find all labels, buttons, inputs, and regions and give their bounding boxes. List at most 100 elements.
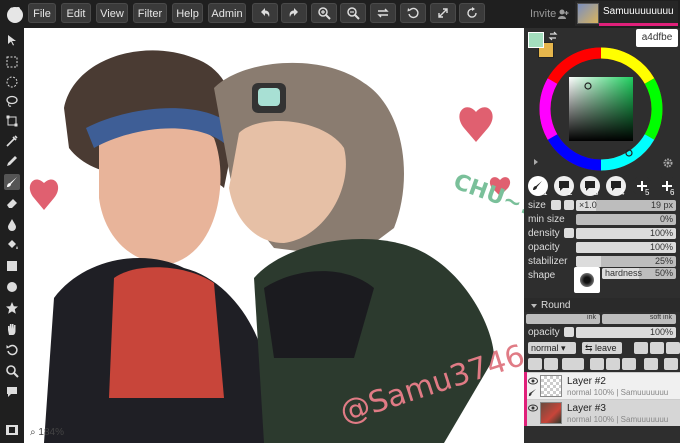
brush-preset-ink[interactable]: ink (526, 314, 600, 324)
opacity-label: opacity (528, 242, 560, 253)
pencil-icon (7, 156, 17, 166)
chevron-down-icon (531, 304, 537, 308)
chat-tool[interactable] (4, 384, 20, 400)
user-badge[interactable]: Samuuuuuuuuu (575, 1, 678, 26)
size-pressure-toggle[interactable] (551, 200, 561, 210)
clip-leave-button[interactable]: ⇆ leave (582, 342, 622, 354)
brush-slot-number: 3 (594, 188, 599, 197)
layer-owner-bar (524, 372, 527, 399)
brush-slot-number: 2 (568, 188, 573, 197)
clipboard-button[interactable] (622, 358, 636, 370)
menu-admin[interactable]: Admin (208, 3, 246, 23)
eye-icon[interactable] (528, 377, 538, 385)
opacity-slider[interactable]: 100% (576, 242, 676, 253)
menu-edit[interactable]: Edit (61, 3, 91, 23)
stamp-tool[interactable] (4, 300, 20, 316)
hand-tool[interactable] (4, 321, 20, 337)
density-slider[interactable]: 100% (576, 228, 676, 239)
ellipse-select-tool[interactable] (4, 74, 20, 90)
foreground-color-swatch[interactable] (528, 32, 544, 48)
eraser-tool[interactable] (4, 195, 20, 211)
redo-button[interactable] (281, 3, 307, 23)
lasso-tool[interactable] (4, 93, 20, 109)
opacity-value: 100% (649, 242, 673, 252)
redo-icon (289, 8, 298, 17)
undo-icon (261, 8, 270, 17)
density-pressure-toggle[interactable] (564, 228, 574, 238)
speech-bubble-icon (7, 387, 17, 397)
merge-layer-button[interactable] (666, 342, 680, 354)
chu-text: CHU~! (450, 169, 524, 220)
water-drop-icon (8, 219, 16, 231)
new-layer-button[interactable] (606, 358, 620, 370)
zoom-in-icon (318, 7, 331, 20)
eye-icon[interactable] (528, 404, 538, 412)
rectangle-tool[interactable] (4, 258, 20, 274)
rotate-view-tool[interactable] (4, 342, 20, 358)
zoom-out-button[interactable] (340, 3, 366, 23)
transform-tool[interactable] (4, 113, 20, 129)
layer-folder-button[interactable] (644, 358, 658, 370)
layer-row[interactable]: Layer #3 normal 100% | Samuuuuuuu (524, 399, 680, 426)
brush-shape-preview[interactable] (574, 267, 600, 293)
add-layer-button[interactable] (590, 358, 604, 370)
flip-button[interactable] (370, 3, 396, 23)
stabilizer-label: stabilizer (528, 256, 568, 267)
rotate-button[interactable] (400, 3, 426, 23)
stabilizer-slider-fill (576, 256, 601, 267)
move-layer-button[interactable] (544, 358, 558, 370)
menu-file[interactable]: File (28, 3, 56, 23)
hardness-slider[interactable]: hardness 50% (602, 268, 676, 279)
color-wheel[interactable] (539, 47, 663, 171)
min-size-slider[interactable]: 0% (576, 214, 676, 225)
blur-tool[interactable] (4, 216, 20, 232)
menu-help[interactable]: Help (172, 3, 203, 23)
gear-icon[interactable] (662, 157, 674, 169)
layer-row[interactable]: Layer #2 normal 100% | Samuuuuuuu (524, 372, 680, 399)
menu-filter[interactable]: Filter (133, 3, 167, 23)
drawing-canvas[interactable]: CHU~! @Samu3746 (24, 28, 524, 443)
rect-select-tool[interactable] (4, 54, 20, 70)
refresh-button[interactable] (459, 3, 485, 23)
move-tool[interactable] (4, 32, 20, 48)
min-size-value: 0% (659, 214, 673, 224)
zoom-in-button[interactable] (311, 3, 337, 23)
size-lock-toggle[interactable] (564, 200, 574, 210)
brush-slot-number: 4 (620, 188, 625, 197)
more-layer-options-button[interactable] (562, 358, 584, 370)
clip-leave-label: leave (595, 343, 617, 353)
layer-opacity-label: opacity (528, 327, 560, 338)
fill-tool[interactable] (4, 237, 20, 253)
pencil-tool[interactable] (4, 153, 20, 169)
hex-color-input[interactable]: a4dfbe (636, 29, 678, 47)
eyedropper-tool[interactable] (4, 133, 20, 149)
ellipse-tool[interactable] (4, 279, 20, 295)
top-bar: File Edit View Filter Help Admin Invite … (0, 0, 680, 29)
size-slider[interactable]: ×1.0 19 px (576, 200, 676, 211)
add-user-icon[interactable] (557, 8, 569, 20)
brush-tool[interactable] (4, 174, 20, 190)
menu-view[interactable]: View (96, 3, 128, 23)
invite-link[interactable]: Invite (530, 8, 556, 20)
zoom-value: 184% (38, 427, 64, 438)
min-size-label: min size (528, 214, 565, 225)
delete-layer-button[interactable] (664, 358, 678, 370)
chevron-right-icon[interactable] (531, 157, 541, 167)
app-logo-icon[interactable] (4, 3, 26, 25)
layer-menu-button[interactable] (650, 342, 664, 354)
stabilizer-slider[interactable]: 25% (576, 256, 676, 267)
layer-opacity-toggle[interactable] (564, 327, 574, 337)
blend-mode-select[interactable]: normal ▾ (528, 342, 576, 354)
filmstrip-tool[interactable] (4, 422, 20, 438)
duplicate-layer-button[interactable] (634, 342, 648, 354)
brush-preset-soft-ink[interactable]: soft ink (602, 314, 676, 324)
fullscreen-button[interactable] (430, 3, 456, 23)
zoom-indicator[interactable]: ⌕ 184% (30, 427, 64, 438)
lock-layer-button[interactable] (528, 358, 542, 370)
undo-button[interactable] (252, 3, 278, 23)
swap-colors-icon[interactable] (548, 31, 558, 41)
eyedropper-icon (6, 135, 18, 147)
zoom-tool[interactable] (4, 363, 20, 379)
layer-opacity-slider[interactable]: 100% (576, 327, 676, 338)
hand-icon (8, 324, 16, 335)
